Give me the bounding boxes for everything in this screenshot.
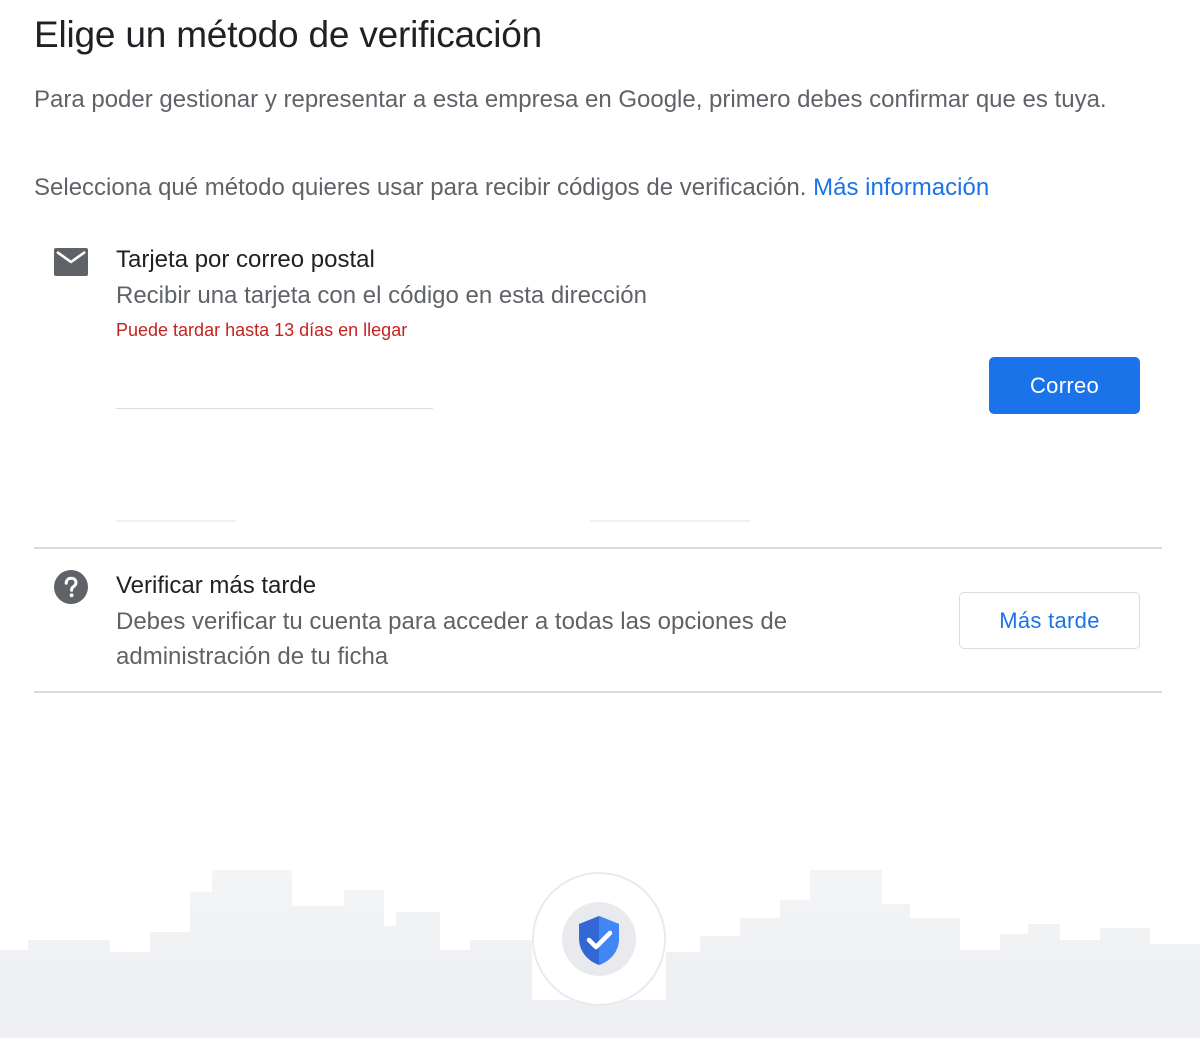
mail-icon xyxy=(54,248,88,276)
intro-text: Para poder gestionar y representar a est… xyxy=(34,86,1107,113)
option-divider xyxy=(34,691,1162,693)
select-method-label: Selecciona qué método quieres usar para … xyxy=(34,174,807,201)
option-divider xyxy=(34,547,1162,549)
option-later-description: Debes verificar tu cuenta para acceder a… xyxy=(116,608,788,670)
redacted-address-line xyxy=(590,520,750,522)
later-button[interactable]: Más tarde xyxy=(959,592,1140,649)
more-info-link[interactable]: Más información xyxy=(813,174,989,201)
verification-page: Elige un método de verificación Para pod… xyxy=(0,0,1200,1038)
option-later-title: Verificar más tarde xyxy=(116,572,317,599)
select-method-text: Selecciona qué método quieres usar para … xyxy=(34,170,989,205)
mail-button[interactable]: Correo xyxy=(989,357,1140,414)
option-mail-title: Tarjeta por correo postal xyxy=(116,246,375,273)
verified-shield-icon xyxy=(532,872,666,1006)
redacted-address-line xyxy=(116,520,236,522)
help-icon xyxy=(54,570,88,604)
address-underline xyxy=(116,408,433,409)
option-mail-description: Recibir una tarjeta con el código en est… xyxy=(116,282,647,309)
delivery-warning: Puede tardar hasta 13 días en llegar xyxy=(116,320,408,340)
page-title: Elige un método de verificación xyxy=(34,14,542,55)
